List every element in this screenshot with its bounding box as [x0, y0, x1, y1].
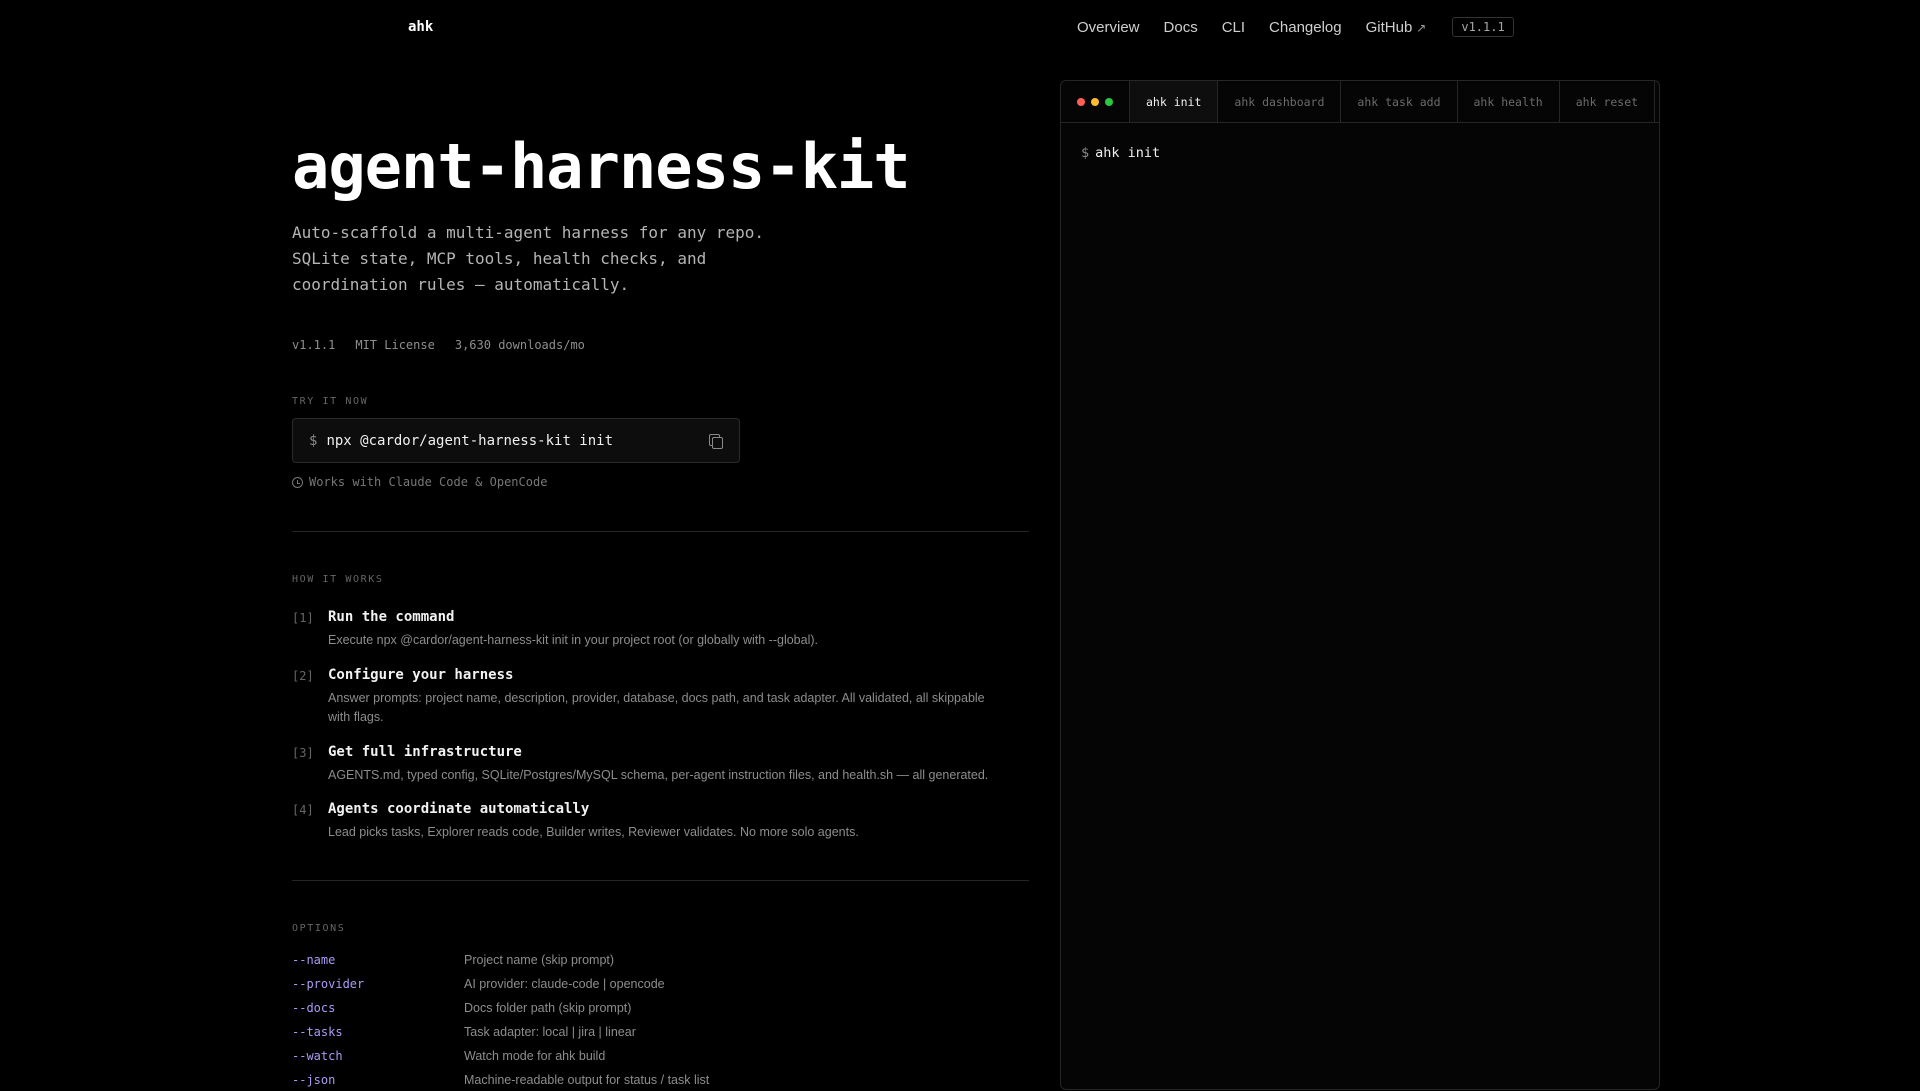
- install-command-box: $ npx @cardor/agent-harness-kit init: [292, 418, 740, 463]
- option-description: AI provider: claude-code | opencode: [464, 977, 665, 991]
- option-row: --provider AI provider: claude-code | op…: [292, 977, 1032, 995]
- section-divider: [292, 880, 1029, 881]
- option-description: Project name (skip prompt): [464, 953, 615, 967]
- option-flag: --name: [292, 953, 336, 967]
- step-title: Run the command: [328, 609, 455, 625]
- nav-link-docs[interactable]: Docs: [1164, 19, 1198, 36]
- external-link-icon: ↗: [1416, 20, 1427, 35]
- install-command[interactable]: npx @cardor/agent-harness-kit init: [326, 433, 613, 449]
- option-row: --docs Docs folder path (skip prompt): [292, 1001, 1032, 1019]
- compatibility-note: Works with Claude Code & OpenCode: [292, 475, 547, 489]
- step-number: [4]: [292, 803, 314, 817]
- step-number: [3]: [292, 746, 314, 760]
- option-flag: --json: [292, 1073, 336, 1087]
- try-it-label: TRY IT NOW: [292, 396, 369, 407]
- top-nav: ahk Overview Docs CLI Changelog GitHub ↗ …: [0, 0, 1920, 56]
- terminal-tab[interactable]: ahk health: [1458, 81, 1560, 122]
- step-description: Answer prompts: project name, descriptio…: [328, 691, 985, 724]
- works-with-text: Works with Claude Code & OpenCode: [309, 475, 548, 489]
- nav-link-overview[interactable]: Overview: [1077, 19, 1140, 36]
- option-description: Docs folder path (skip prompt): [464, 1001, 632, 1015]
- minimize-dot: [1091, 97, 1099, 106]
- step-number: [1]: [292, 611, 314, 625]
- terminal-tab[interactable]: ahk task add: [1341, 81, 1458, 122]
- close-dot: [1077, 97, 1085, 106]
- step-title: Get full infrastructure: [328, 744, 522, 760]
- option-flag: --provider: [292, 977, 365, 991]
- subtitle-line: SQLite state, MCP tools, health checks, …: [292, 249, 707, 268]
- window-controls: [1061, 81, 1130, 122]
- step-description: Lead picks tasks, Explorer reads code, B…: [328, 825, 859, 839]
- meta-license: MIT License: [355, 338, 435, 352]
- terminal-tab[interactable]: ahk init: [1130, 81, 1219, 122]
- option-flag: --watch: [292, 1049, 343, 1063]
- nav-links: Overview Docs CLI Changelog GitHub ↗ v1.1…: [1077, 17, 1514, 37]
- step-number: [2]: [292, 669, 314, 683]
- option-row: --name Project name (skip prompt): [292, 953, 1032, 971]
- step-title: Configure your harness: [328, 667, 514, 683]
- option-flag: --docs: [292, 1001, 336, 1015]
- brand-logo[interactable]: ahk: [408, 19, 433, 35]
- terminal-output: $ ahk init: [1061, 123, 1659, 183]
- option-description: Watch mode for ahk build: [464, 1049, 606, 1063]
- nav-link-changelog[interactable]: Changelog: [1269, 19, 1342, 36]
- step-title: Agents coordinate automatically: [328, 801, 590, 817]
- nav-link-github-label: GitHub: [1365, 18, 1413, 36]
- terminal-prompt: $: [1081, 145, 1090, 161]
- terminal-tab[interactable]: ahk reset: [1560, 81, 1656, 122]
- command-prompt: $: [309, 432, 318, 449]
- terminal-tab-bar: ahk init ahk dashboard ahk task add ahk …: [1061, 81, 1659, 123]
- maximize-dot: [1105, 97, 1113, 106]
- terminal-window: ahk init ahk dashboard ahk task add ahk …: [1060, 80, 1660, 1090]
- option-row: --watch Watch mode for ahk build: [292, 1049, 1032, 1067]
- package-meta: v1.1.1 MIT License 3,630 downloads/mo: [292, 338, 585, 352]
- subtitle-line: coordination rules — automatically.: [292, 275, 630, 294]
- subtitle-line: Auto-scaffold a multi-agent harness for …: [292, 223, 765, 242]
- nav-link-github[interactable]: GitHub ↗: [1366, 19, 1427, 36]
- step-description: Execute npx @cardor/agent-harness-kit in…: [328, 633, 818, 647]
- how-it-works-label: HOW IT WORKS: [292, 574, 384, 585]
- clock-icon: [292, 476, 303, 488]
- option-description: Task adapter: local | jira | linear: [464, 1025, 636, 1039]
- option-row: --json Machine-readable output for statu…: [292, 1073, 1032, 1091]
- nav-link-cli[interactable]: CLI: [1222, 19, 1245, 36]
- option-row: --tasks Task adapter: local | jira | lin…: [292, 1025, 1032, 1043]
- meta-downloads: 3,630 downloads/mo: [454, 338, 585, 352]
- page-subtitle: Auto-scaffold a multi-agent harness for …: [292, 220, 812, 298]
- copy-icon[interactable]: [707, 433, 723, 449]
- option-description: Machine-readable output for status / tas…: [464, 1073, 710, 1087]
- step-description: AGENTS.md, typed config, SQLite/Postgres…: [328, 768, 989, 782]
- page-title: agent-harness-kit: [292, 130, 911, 203]
- terminal-command: ahk init: [1095, 145, 1161, 161]
- option-flag: --tasks: [292, 1025, 343, 1039]
- version-badge: v1.1.1: [1452, 17, 1514, 37]
- meta-version: v1.1.1: [292, 338, 336, 352]
- terminal-tab[interactable]: ahk dashboard: [1218, 81, 1342, 122]
- options-label: OPTIONS: [292, 923, 346, 934]
- section-divider: [292, 531, 1029, 532]
